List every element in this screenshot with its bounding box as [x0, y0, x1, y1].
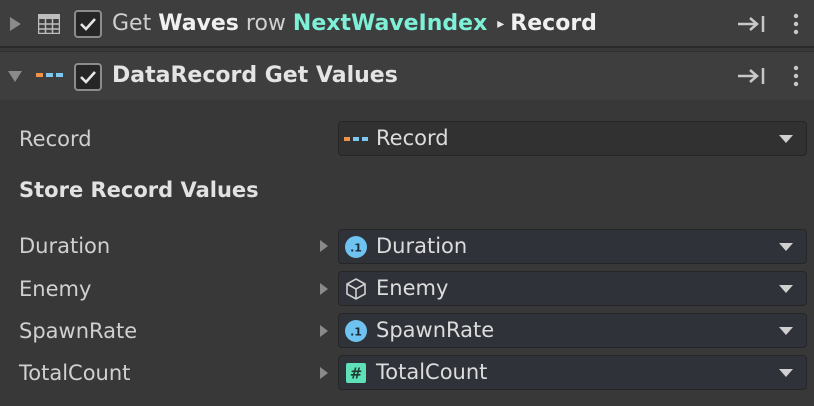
foldout-expanded-icon[interactable]	[7, 68, 23, 84]
store-record-values-heading: Store Record Values	[19, 178, 259, 202]
svg-text:.1: .1	[350, 326, 362, 339]
chevron-down-icon	[779, 243, 793, 251]
title-prefix: Get	[112, 11, 152, 36]
title-target: Record	[510, 11, 597, 36]
checkmark-icon	[80, 71, 96, 84]
cube-icon	[346, 278, 366, 300]
field-label-duration: Duration	[19, 234, 111, 258]
record-icon	[36, 73, 63, 77]
field-dropdown-enemy[interactable]: Enemy	[338, 271, 807, 306]
chevron-down-icon	[779, 285, 793, 293]
field-dropdown-value: TotalCount	[376, 360, 488, 384]
collapse-right-icon[interactable]	[735, 14, 767, 34]
record-dropdown-value: Record	[376, 126, 449, 150]
checkmark-icon	[80, 18, 96, 31]
record-dropdown[interactable]: Record	[338, 121, 807, 156]
chevron-down-icon	[779, 327, 793, 335]
title-row-word: row	[245, 11, 286, 36]
record-icon	[344, 137, 368, 141]
record-label: Record	[19, 127, 92, 151]
foldout-collapsed-icon[interactable]	[7, 16, 23, 32]
svg-text:#: #	[350, 365, 363, 383]
field-dropdown-value: Enemy	[376, 276, 449, 300]
field-dropdown-value: Duration	[376, 234, 468, 258]
kebab-menu-icon[interactable]	[788, 64, 804, 88]
title-table-name: Waves	[158, 11, 239, 36]
table-icon	[38, 14, 60, 34]
action-header-get-values[interactable]: DataRecord Get Values	[0, 51, 814, 100]
title-arrow: ▸	[497, 16, 505, 32]
title-row-variable: NextWaveIndex	[292, 11, 488, 36]
kebab-menu-icon[interactable]	[788, 12, 804, 36]
field-dropdown-spawnrate[interactable]: .1 SpawnRate	[338, 313, 807, 348]
field-foldout-icon[interactable]	[318, 324, 330, 338]
svg-text:.1: .1	[350, 242, 362, 255]
int-variable-icon: #	[346, 363, 366, 383]
field-foldout-icon[interactable]	[318, 282, 330, 296]
float-variable-icon: .1	[345, 236, 367, 258]
fsm-action-inspector: Get Waves row NextWaveIndex ▸ Record Dat…	[0, 0, 814, 406]
field-label-spawnrate: SpawnRate	[19, 319, 138, 343]
field-dropdown-duration[interactable]: .1 Duration	[338, 229, 807, 264]
chevron-down-icon	[779, 135, 793, 143]
action-header-get-row[interactable]: Get Waves row NextWaveIndex ▸ Record	[0, 0, 814, 48]
chevron-down-icon	[779, 369, 793, 377]
field-label-totalcount: TotalCount	[19, 361, 131, 385]
field-label-enemy: Enemy	[19, 277, 92, 301]
action-title: Get Waves row NextWaveIndex ▸ Record	[112, 0, 597, 48]
field-foldout-icon[interactable]	[318, 239, 330, 253]
action-enabled-checkbox[interactable]	[74, 10, 102, 38]
action-enabled-checkbox[interactable]	[74, 63, 102, 91]
field-dropdown-totalcount[interactable]: # TotalCount	[338, 355, 807, 390]
collapse-right-icon[interactable]	[735, 66, 767, 86]
field-dropdown-value: SpawnRate	[376, 318, 495, 342]
field-foldout-icon[interactable]	[318, 366, 330, 380]
action-title: DataRecord Get Values	[112, 63, 398, 88]
float-variable-icon: .1	[345, 320, 367, 342]
